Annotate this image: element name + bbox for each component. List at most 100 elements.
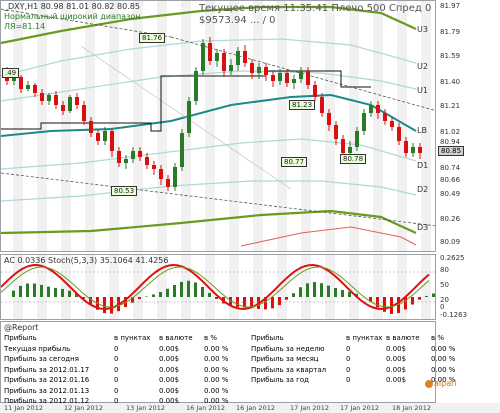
report-cell: Прибыль за квартал (251, 365, 327, 374)
price-tick: 80.94 (440, 138, 461, 146)
report-cell: 0.00 % (204, 376, 229, 384)
report-cell: 0.00$ (159, 355, 180, 363)
session-stripe (109, 1, 119, 251)
ac-bar (12, 290, 15, 297)
report-cell: 0 (346, 344, 351, 353)
oscillator-title: AC 0.0336 Stoch(5,3,3) 35.1064 41.4256 (4, 256, 169, 265)
ac-bar (19, 285, 22, 297)
session-stripe (61, 1, 71, 251)
price-tick: 80.49 (440, 190, 461, 198)
level-label-lower-a: 80.77 (281, 157, 308, 167)
report-cell: 0 (114, 365, 119, 374)
report-cell: 0.00 % (204, 344, 229, 353)
report-cell: 0.00$ (386, 344, 407, 353)
time-label: 12 Jan 2012 (64, 404, 103, 412)
ac-bar (348, 291, 351, 297)
candle-body (180, 133, 184, 167)
report-cell: Прибыль за год (251, 376, 309, 384)
candle-body (124, 159, 128, 163)
ac-bar (33, 283, 36, 297)
candle-body (313, 85, 317, 97)
channel-label-u1: U1 (417, 86, 428, 95)
candle-body (194, 71, 198, 101)
candle-body (166, 179, 170, 187)
report-cell: 0 (114, 376, 119, 384)
candle-body (306, 71, 310, 85)
report-cell: 0.00$ (159, 386, 180, 395)
time-label: 18 Jan 2012 (392, 404, 431, 412)
candle-body (376, 105, 380, 113)
oscillator-axis[interactable]: 0.2625 80 50 20 0 -0.1263 (436, 254, 500, 320)
price-tick: 81.59 (440, 52, 461, 60)
report-cell: 0.00 % (431, 355, 456, 363)
candle-body (173, 167, 177, 187)
oscillator-pane[interactable]: AC 0.0336 Stoch(5,3,3) 35.1064 41.4256 (0, 254, 436, 320)
candle-body (201, 43, 205, 71)
candle-body (68, 97, 72, 111)
report-cell: в пунктах (346, 334, 383, 342)
candle-body (278, 73, 282, 81)
report-cell: Прибыль за 2012.01.17 (4, 365, 90, 374)
ac-bar (103, 297, 106, 314)
ac-bar (138, 297, 141, 300)
price-tick: 81.40 (440, 78, 461, 86)
price-tick: 80.74 (440, 164, 461, 172)
level-label-left: .49 (2, 68, 20, 78)
candle-body (208, 43, 212, 61)
ac-bar (334, 288, 337, 297)
candle-body (187, 101, 191, 133)
ac-bar (432, 293, 435, 297)
time-axis[interactable]: 11 Jan 2012 12 Jan 2012 13 Jan 2012 16 J… (0, 403, 500, 413)
osc-tick: 50 (440, 281, 449, 289)
ac-bar (201, 286, 204, 297)
ac-bar (159, 292, 162, 297)
ac-bar (278, 297, 281, 306)
ac-bar (110, 297, 113, 314)
session-stripe (229, 255, 239, 319)
session-stripe (349, 255, 359, 319)
report-cell: 0 (346, 355, 351, 363)
candle-body (418, 147, 422, 153)
level-label-high: 81.76 (139, 33, 166, 43)
price-chart-pane[interactable]: _DXY,H1 80.98 81.01 80.82 80.85 Нормальн… (0, 0, 436, 252)
ac-bar (54, 287, 57, 297)
candle-body (390, 121, 394, 127)
report-cell: Прибыль за неделю (251, 344, 325, 353)
candle-body (257, 67, 261, 73)
report-cell: в % (204, 334, 218, 342)
session-stripe (205, 255, 215, 319)
ac-bar (285, 297, 288, 300)
level-label-lower-b: 80.78 (340, 154, 367, 164)
price-tick: 81.02 (440, 128, 461, 136)
price-tick: 80.26 (440, 215, 461, 223)
time-label: 16 Jan 2012 (236, 404, 275, 412)
report-cell: 0.00 % (204, 365, 229, 374)
time-label: 17 Jan 2012 (290, 404, 329, 412)
candle-body (89, 121, 93, 133)
time-label: 11 Jan 2012 (4, 404, 43, 412)
candle-body (327, 113, 331, 125)
channel-label-lb: LB (417, 126, 427, 135)
candle-body (96, 133, 100, 141)
candle-body (341, 139, 345, 153)
candle-body (362, 113, 366, 131)
time-label: 13 Jan 2012 (126, 404, 165, 412)
report-cell: Прибыль (4, 334, 37, 342)
ac-bar (180, 281, 183, 297)
price-tick: 81.79 (440, 28, 461, 36)
report-cell: в % (431, 334, 445, 342)
report-cell: Прибыль за сегодня (4, 355, 79, 363)
report-cell: 0.00$ (159, 344, 180, 353)
ac-bar (26, 283, 29, 297)
price-axis[interactable]: 81.97 81.79 81.59 81.40 81.21 81.02 80.9… (436, 0, 500, 252)
session-stripe (421, 255, 431, 319)
report-cell: в валюте (159, 334, 193, 342)
report-cell: Прибыль за 2012.01.13 (4, 386, 90, 395)
channel-label-u3: U3 (417, 25, 428, 34)
price-chart-canvas (1, 1, 435, 251)
ac-bar (306, 283, 309, 297)
report-cell: 0.00$ (386, 355, 407, 363)
candle-body (26, 85, 30, 89)
report-cell: 0 (114, 386, 119, 395)
candle-body (33, 85, 37, 93)
